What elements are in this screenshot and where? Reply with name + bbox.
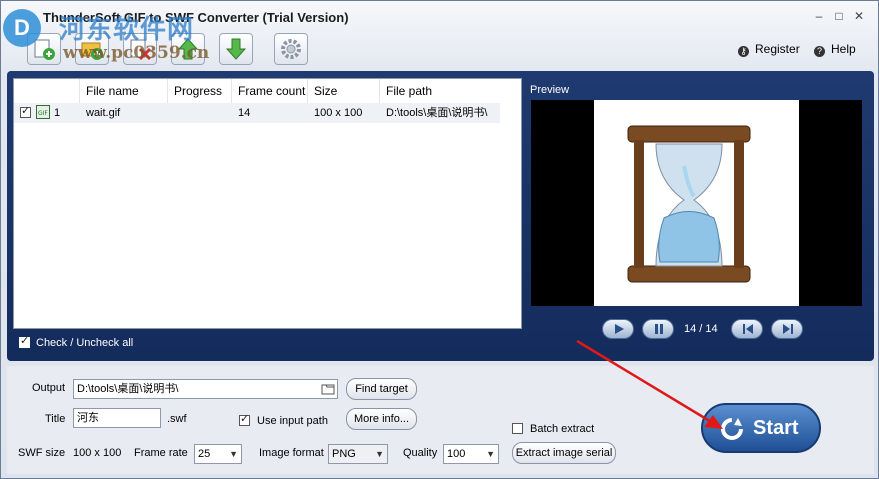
- row-checkbox[interactable]: [20, 105, 31, 118]
- minimize-button[interactable]: –: [811, 9, 827, 23]
- quality-select[interactable]: 100 ▼: [443, 444, 499, 464]
- check-all-checkbox[interactable]: [19, 335, 30, 348]
- row-frame-count: 14: [238, 107, 251, 119]
- folder-browse-icon[interactable]: [321, 382, 335, 395]
- file-list[interactable]: File name Progress Frame count Size File…: [13, 78, 522, 329]
- swf-size-value: 100 x 100: [73, 447, 122, 459]
- question-icon: ?: [814, 46, 825, 57]
- move-up-icon: [177, 38, 199, 60]
- row-size: 100 x 100: [314, 107, 363, 119]
- frame-rate-label: Frame rate: [134, 447, 188, 459]
- hourglass-icon: [627, 125, 751, 283]
- add-file-button[interactable]: [27, 33, 61, 65]
- column-header-check: [14, 79, 80, 103]
- annotation-arrow-icon: [576, 339, 723, 429]
- frame-rate-select[interactable]: 25 ▼: [194, 444, 242, 464]
- preview-label: Preview: [530, 84, 570, 96]
- move-down-icon: [225, 38, 247, 60]
- frame-counter: 14 / 14: [684, 323, 718, 335]
- title-label: Title: [45, 413, 66, 425]
- row-file-name: wait.gif: [86, 107, 121, 119]
- settings-button[interactable]: [274, 33, 308, 65]
- move-up-button[interactable]: [171, 33, 205, 65]
- find-target-button[interactable]: Find target: [346, 378, 417, 400]
- more-info-button[interactable]: More info...: [346, 408, 417, 430]
- image-format-value: PNG: [332, 448, 356, 460]
- chevron-down-icon: ▼: [486, 449, 495, 459]
- maximize-button[interactable]: □: [831, 9, 847, 23]
- main-window: ThunderSoft GIF to SWF Converter (Trial …: [0, 0, 879, 479]
- gif-file-icon: GIF: [36, 105, 50, 119]
- check-all-label: Check / Uncheck all: [36, 337, 134, 349]
- column-header-progress[interactable]: Progress: [168, 79, 232, 103]
- remove-file-button[interactable]: [123, 33, 157, 65]
- svg-text:GIF: GIF: [38, 110, 48, 117]
- output-path-field[interactable]: D:\tools\桌面\说明书\: [73, 379, 338, 399]
- frame-rate-value: 25: [198, 448, 211, 460]
- row-file-path: D:\tools\桌面\说明书\: [386, 107, 488, 119]
- column-header-size[interactable]: Size: [308, 79, 380, 103]
- check-all[interactable]: Check / Uncheck all: [19, 335, 134, 349]
- chevron-down-icon: ▼: [375, 449, 384, 459]
- add-folder-icon: [81, 42, 103, 60]
- close-button[interactable]: ✕: [851, 9, 867, 23]
- title-field[interactable]: 河东: [73, 408, 161, 428]
- remove-file-icon: [130, 39, 152, 61]
- next-frame-icon: [783, 324, 793, 334]
- add-folder-button[interactable]: [75, 33, 109, 65]
- batch-extract-checkbox[interactable]: [512, 423, 523, 434]
- output-label: Output: [32, 382, 66, 394]
- key-icon: ⚷: [738, 46, 749, 57]
- register-label: Register: [755, 42, 800, 56]
- use-input-path-checkbox[interactable]: [239, 413, 250, 426]
- swf-size-label: SWF size: [18, 447, 66, 459]
- start-label: Start: [753, 417, 799, 439]
- next-frame-button[interactable]: [771, 319, 803, 339]
- help-link[interactable]: ? Help: [814, 42, 856, 57]
- preview-image: [594, 100, 799, 306]
- table-row[interactable]: GIF 1 wait.gif 14 100 x 100 D:\tools\桌面\…: [14, 103, 500, 123]
- column-header-file-name[interactable]: File name: [80, 79, 168, 103]
- pause-icon: [655, 324, 663, 334]
- use-input-path-label: Use input path: [257, 415, 328, 427]
- quality-value: 100: [447, 448, 466, 460]
- image-format-select[interactable]: PNG ▼: [328, 444, 388, 464]
- window-title: ThunderSoft GIF to SWF Converter (Trial …: [43, 10, 349, 25]
- add-file-icon: [34, 39, 55, 60]
- quality-label: Quality: [403, 447, 438, 459]
- column-header-frame-count[interactable]: Frame count: [232, 79, 308, 103]
- settings-gear-icon: [281, 39, 301, 59]
- previous-frame-button[interactable]: [731, 319, 763, 339]
- row-index: 1: [54, 107, 61, 119]
- register-link[interactable]: ⚷ Register: [738, 42, 800, 57]
- extract-image-serial-button[interactable]: Extract image serial: [512, 442, 616, 464]
- preview-area: [531, 100, 862, 306]
- help-label: Help: [831, 42, 856, 56]
- move-down-button[interactable]: [219, 33, 253, 65]
- swf-extension-label: .swf: [167, 413, 187, 425]
- column-header-file-path[interactable]: File path: [380, 79, 500, 103]
- image-format-label: Image format: [259, 447, 324, 459]
- chevron-down-icon: ▼: [229, 449, 238, 459]
- play-icon: [615, 324, 624, 334]
- previous-frame-icon: [743, 324, 753, 334]
- title-bar: ThunderSoft GIF to SWF Converter (Trial …: [1, 1, 878, 31]
